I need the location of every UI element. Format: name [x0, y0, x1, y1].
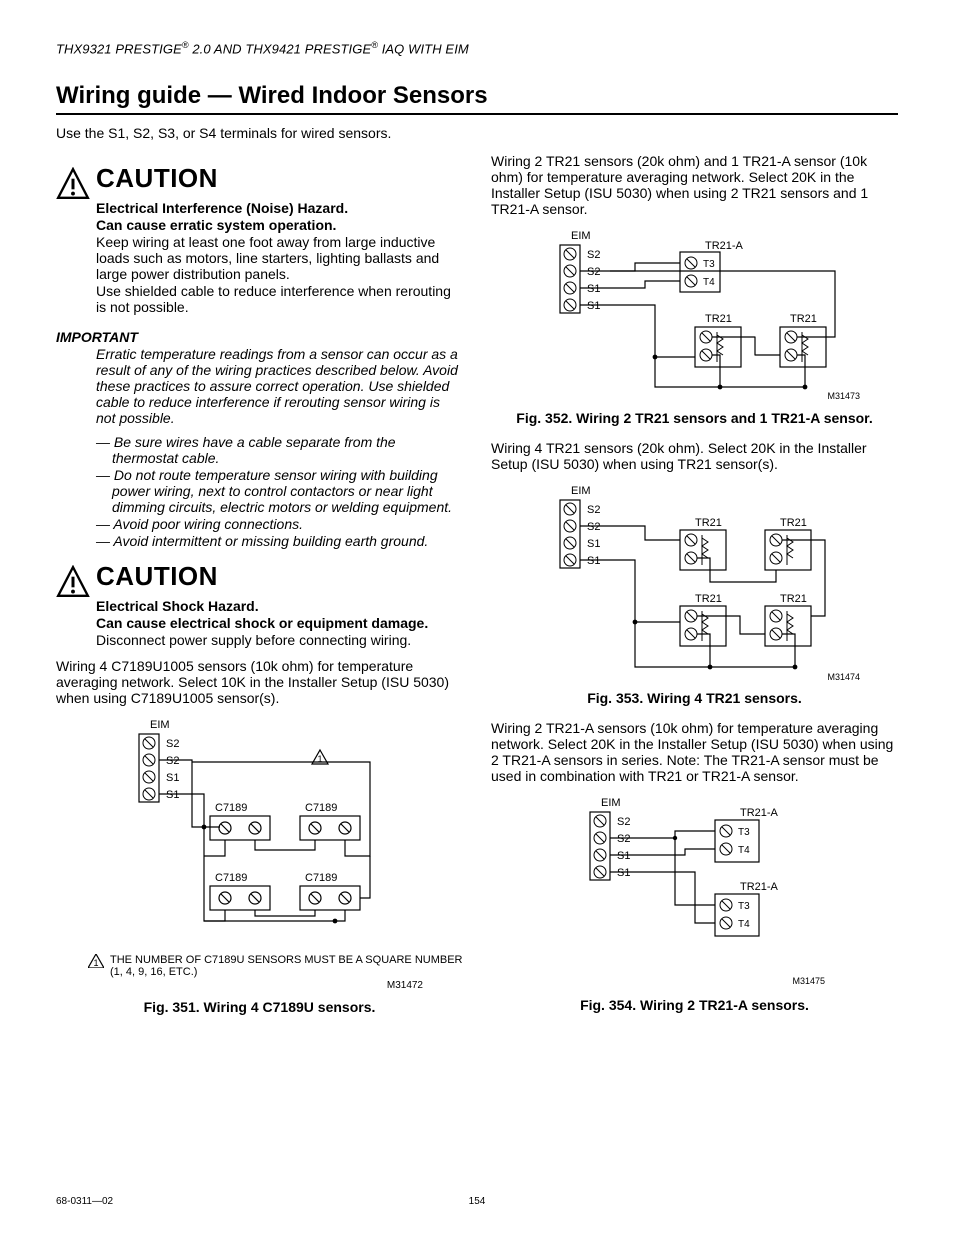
hdr-mid: 2.0 AND THX9421 PRESTIGE [189, 41, 372, 56]
svg-text:EIM: EIM [150, 719, 170, 731]
caution-1-line1: Electrical Interference (Noise) Hazard. [96, 200, 463, 216]
svg-text:S1: S1 [587, 300, 600, 312]
left-column: Caution Electrical Interference (Noise) … [56, 153, 463, 1029]
page-number: 154 [469, 1196, 486, 1207]
fig-352-caption: Fig. 352. Wiring 2 TR21 sensors and 1 TR… [491, 410, 898, 426]
important-bullets: — Be sure wires have a cable separate fr… [56, 434, 463, 549]
bullet-1: — Do not route temperature sensor wiring… [56, 467, 463, 515]
svg-text:TR21: TR21 [695, 593, 722, 605]
caution-1-b1: Keep wiring at least one foot away from … [96, 234, 463, 282]
fig-351-caption: Fig. 351. Wiring 4 C7189U sensors. [56, 999, 463, 1015]
section-title: Wiring guide — Wired Indoor Sensors [56, 82, 898, 115]
warning-icon [56, 167, 90, 201]
svg-text:TR21-A: TR21-A [740, 807, 779, 819]
fig-351-mnum: M31472 [56, 980, 463, 991]
svg-text:T4: T4 [703, 277, 715, 288]
svg-text:T3: T3 [738, 827, 750, 838]
hdr-a: THX9321 PRESTIGE [56, 41, 182, 56]
svg-text:M31473: M31473 [827, 391, 860, 401]
fig-351-svg: EIM S2 S2 S1 S1 1 [90, 716, 430, 946]
svg-text:TR21: TR21 [790, 313, 817, 325]
caution-2-b1: Disconnect power supply before connectin… [96, 632, 463, 648]
svg-text:C7189: C7189 [305, 802, 337, 814]
caution-2-line2: Can cause electrical shock or equipment … [96, 615, 463, 631]
right-column: Wiring 2 TR21 sensors (20k ohm) and 1 TR… [491, 153, 898, 1029]
svg-text:C7189: C7189 [215, 872, 247, 884]
svg-text:S1: S1 [587, 283, 600, 295]
fig-351-footnote: 1 THE NUMBER OF C7189U SENSORS MUST BE A… [88, 954, 463, 978]
doc-number: 68-0311—02 [56, 1196, 113, 1207]
warning-icon [56, 565, 90, 599]
svg-text:S2: S2 [617, 833, 630, 845]
fig-351-footnote-text: THE NUMBER OF C7189U SENSORS MUST BE A S… [110, 954, 463, 978]
bullet-0: — Be sure wires have a cable separate fr… [56, 434, 463, 466]
important-body: Erratic temperature readings from a sens… [96, 346, 463, 426]
svg-text:S2: S2 [587, 504, 600, 516]
svg-text:S2: S2 [587, 249, 600, 261]
para-353: Wiring 4 TR21 sensors (20k ohm). Select … [491, 440, 898, 472]
svg-text:S2: S2 [587, 266, 600, 278]
hdr-tail: IAQ WITH EIM [378, 41, 469, 56]
svg-text:S1: S1 [617, 850, 630, 862]
svg-text:S1: S1 [587, 555, 600, 567]
triangle-1-icon: 1 [88, 954, 104, 968]
caution-1-line2: Can cause erratic system operation. [96, 217, 463, 233]
caution-1-heading: Caution [96, 165, 218, 191]
caution-2: Caution [56, 563, 463, 599]
svg-text:S2: S2 [166, 755, 179, 767]
svg-text:S2: S2 [166, 738, 179, 750]
svg-text:TR21: TR21 [695, 517, 722, 529]
svg-text:TR21-A: TR21-A [740, 881, 779, 893]
svg-text:S2: S2 [587, 521, 600, 533]
svg-text:M31474: M31474 [827, 672, 860, 682]
reg-a: ® [182, 40, 189, 50]
running-header: THX9321 PRESTIGE® 2.0 AND THX9421 PRESTI… [56, 40, 898, 56]
caution-2-heading: Caution [96, 563, 218, 589]
svg-text:T3: T3 [703, 259, 715, 270]
fig-354-caption: Fig. 354. Wiring 2 TR21-A sensors. [491, 997, 898, 1013]
svg-text:EIM: EIM [601, 797, 621, 809]
svg-text:S1: S1 [617, 867, 630, 879]
svg-text:EIM: EIM [571, 485, 591, 497]
fig-353-svg: EIM S2 S2 S1 S1 TR21 TR21 TR21 TR21 [515, 482, 875, 682]
svg-text:C7189: C7189 [305, 872, 337, 884]
svg-text:M31475: M31475 [792, 976, 825, 986]
fig-354-svg: EIM S2 S2 S1 S1 TR21-A T3 T4 [545, 794, 845, 989]
caution-2-line1: Electrical Shock Hazard. [96, 598, 463, 614]
svg-text:T4: T4 [738, 919, 750, 930]
fig-352-svg: EIM S2 S2 S1 S1 TR21-A T3 T4 [515, 227, 875, 402]
caution-1-body: Electrical Interference (Noise) Hazard. … [96, 200, 463, 315]
page-footer: 68-0311—02 154 [56, 1196, 898, 1207]
svg-text:TR21-A: TR21-A [705, 240, 744, 252]
svg-text:TR21: TR21 [780, 517, 807, 529]
svg-text:TR21: TR21 [705, 313, 732, 325]
svg-text:S1: S1 [166, 772, 179, 784]
bullet-3: — Avoid intermittent or missing building… [56, 533, 463, 549]
important-text: Erratic temperature readings from a sens… [96, 346, 463, 426]
para-354: Wiring 2 TR21-A sensors (10k ohm) for te… [491, 720, 898, 784]
para-352: Wiring 2 TR21 sensors (20k ohm) and 1 TR… [491, 153, 898, 217]
svg-text:1: 1 [93, 958, 98, 968]
svg-text:S1: S1 [587, 538, 600, 550]
caution-1: Caution [56, 165, 463, 201]
svg-text:C7189: C7189 [215, 802, 247, 814]
svg-text:EIM: EIM [571, 230, 591, 242]
svg-text:S2: S2 [617, 816, 630, 828]
caution-2-body: Electrical Shock Hazard. Can cause elect… [96, 598, 463, 648]
intro-text: Use the S1, S2, S3, or S4 terminals for … [56, 125, 898, 141]
svg-text:T3: T3 [738, 901, 750, 912]
para-351: Wiring 4 C7189U1005 sensors (10k ohm) fo… [56, 658, 463, 706]
important-heading: IMPORTANT [56, 329, 463, 345]
svg-text:T4: T4 [738, 845, 750, 856]
bullet-2: — Avoid poor wiring connections. [56, 516, 463, 532]
svg-text:TR21: TR21 [780, 593, 807, 605]
svg-text:S1: S1 [166, 789, 179, 801]
fig-353-caption: Fig. 353. Wiring 4 TR21 sensors. [491, 690, 898, 706]
caution-1-b2: Use shielded cable to reduce interferenc… [96, 283, 463, 315]
reg-b: ® [371, 40, 378, 50]
